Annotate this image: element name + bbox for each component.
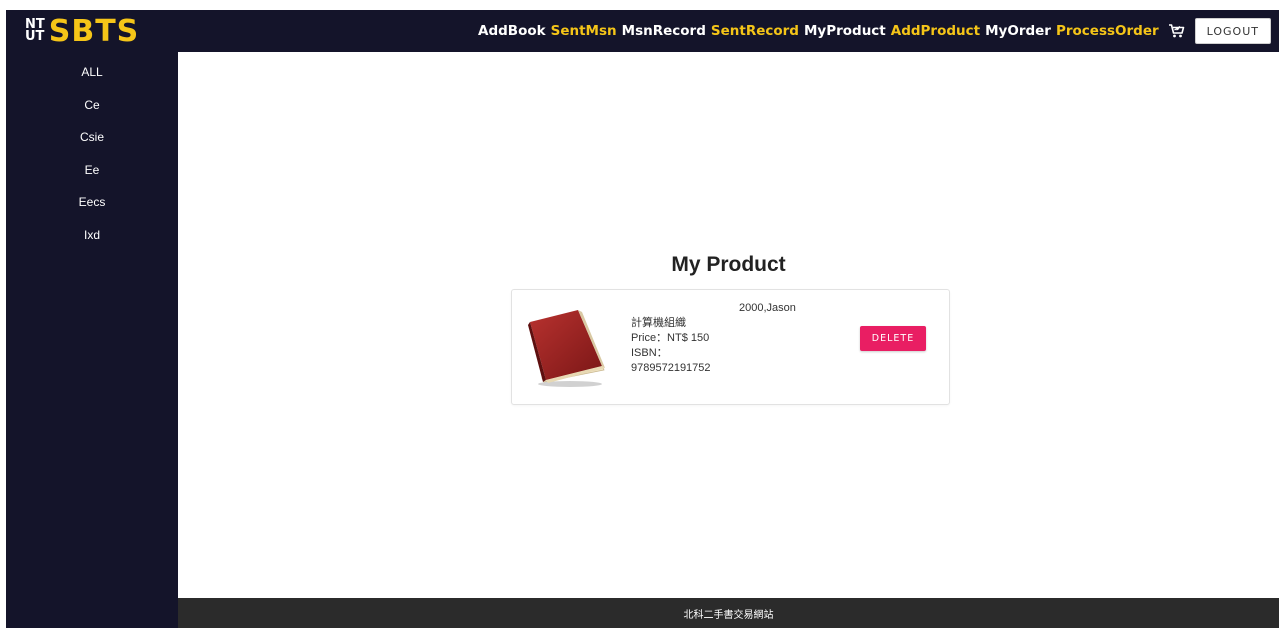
logo-small-text: NT UT: [25, 18, 45, 44]
sidebar-item-eecs[interactable]: Eecs: [6, 186, 178, 219]
nav-link-msnrecord[interactable]: MsnRecord: [622, 23, 706, 39]
main-content: My Product 計算機組織 Price：NT$ 150 ISBN： 978…: [178, 52, 1279, 598]
nav-link-myorder[interactable]: MyOrder: [985, 23, 1051, 39]
logout-button[interactable]: LOGOUT: [1194, 18, 1271, 44]
footer-text: 北科二手書交易網站: [683, 610, 774, 621]
sidebar-item-csie[interactable]: Csie: [6, 121, 178, 154]
sidebar-item-ee[interactable]: Ee: [6, 154, 178, 187]
cart-icon[interactable]: [1167, 21, 1187, 41]
product-info: 計算機組織 Price：NT$ 150 ISBN： 9789572191752: [631, 316, 711, 376]
nav-link-sentrecord[interactable]: SentRecord: [711, 23, 799, 39]
footer: 北科二手書交易網站: [178, 598, 1279, 628]
product-isbn-label: ISBN：: [631, 347, 668, 359]
product-isbn: 9789572191752: [631, 362, 711, 374]
nav-link-myproduct[interactable]: MyProduct: [804, 23, 886, 39]
product-name: 計算機組織: [631, 317, 686, 329]
sidebar-item-ce[interactable]: Ce: [6, 89, 178, 122]
delete-button[interactable]: DELETE: [860, 326, 926, 351]
sidebar-item-all[interactable]: ALL: [6, 56, 178, 89]
product-card: 計算機組織 Price：NT$ 150 ISBN： 9789572191752 …: [511, 289, 950, 405]
sidebar-item-ixd[interactable]: Ixd: [6, 219, 178, 252]
sidebar-category-list: ALL Ce Csie Ee Eecs Ixd: [6, 52, 178, 251]
app-frame: NT UT SBTS AddBook SentMsn MsnRecord Sen…: [0, 0, 1279, 628]
nav-link-addbook[interactable]: AddBook: [478, 23, 546, 39]
page-title: My Product: [671, 253, 786, 276]
top-navbar: NT UT SBTS AddBook SentMsn MsnRecord Sen…: [6, 10, 1279, 52]
sidebar: ALL Ce Csie Ee Eecs Ixd: [6, 52, 178, 628]
logo[interactable]: NT UT SBTS: [25, 13, 139, 49]
logo-small-bottom: UT: [25, 29, 45, 44]
product-price: Price：NT$ 150: [631, 332, 710, 344]
nav-link-sentmsn[interactable]: SentMsn: [551, 23, 617, 39]
nav-link-processorder[interactable]: ProcessOrder: [1056, 23, 1159, 39]
nav-link-addproduct[interactable]: AddProduct: [891, 23, 980, 39]
logo-text: SBTS: [48, 13, 140, 49]
nav-links: AddBook SentMsn MsnRecord SentRecord MyP…: [478, 10, 1271, 52]
app-window: NT UT SBTS AddBook SentMsn MsnRecord Sen…: [6, 10, 1279, 628]
book-icon: [526, 300, 610, 390]
product-seller: 2000,Jason: [739, 302, 796, 314]
